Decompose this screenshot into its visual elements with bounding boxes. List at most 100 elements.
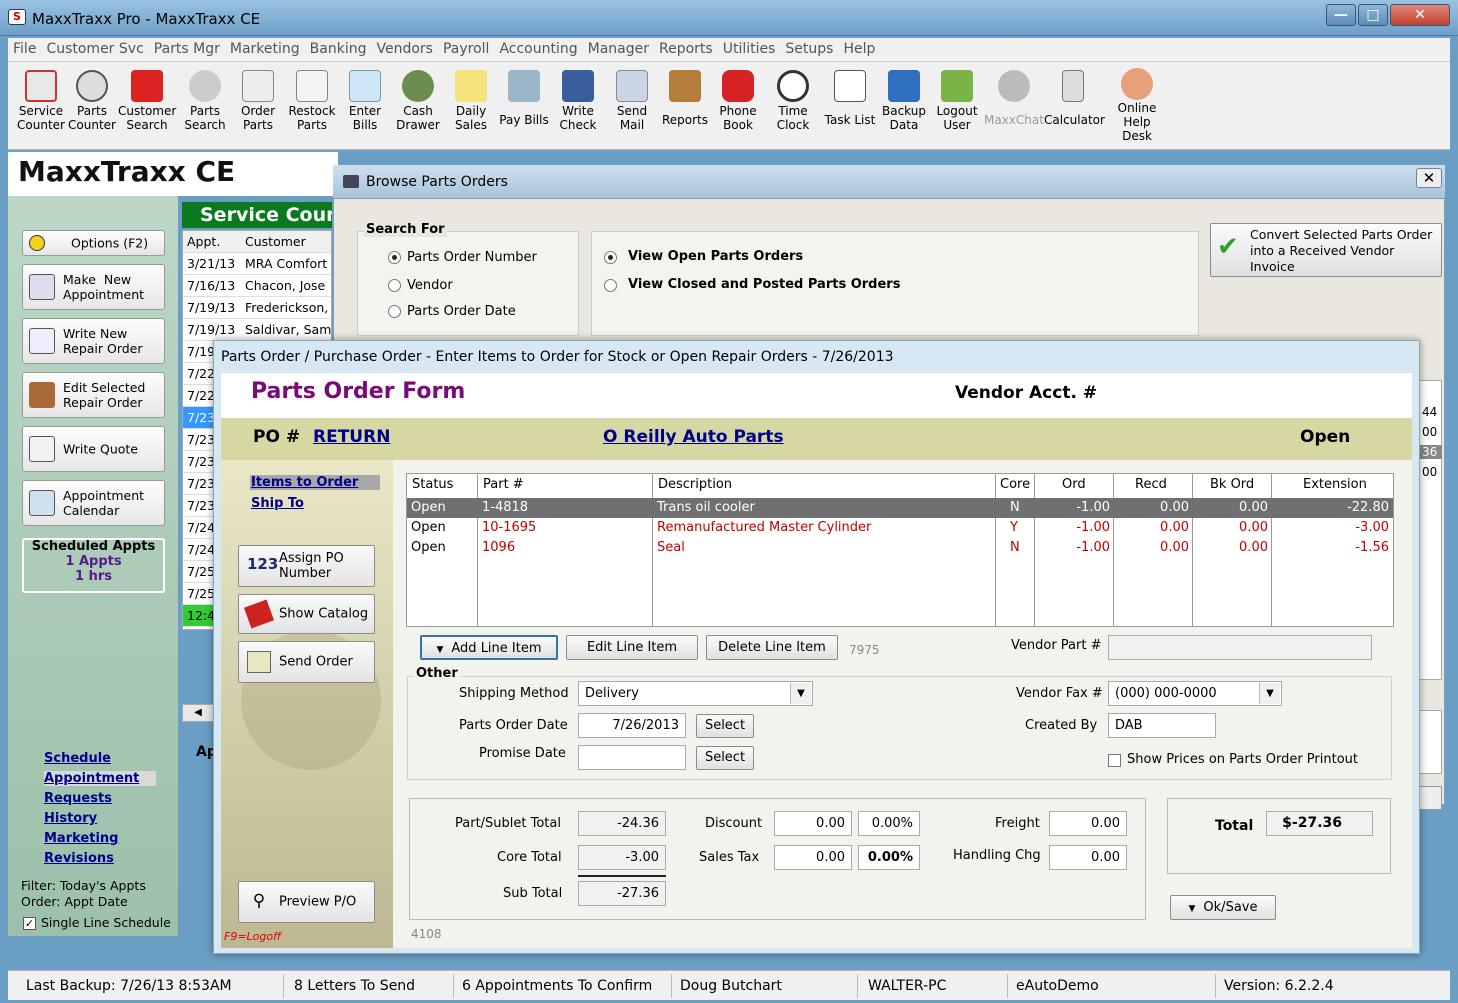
- tab-items-to-order[interactable]: Items to Order: [250, 475, 380, 490]
- core-cell: N: [1010, 500, 1020, 515]
- menu-payroll[interactable]: Payroll: [438, 38, 494, 60]
- menu-accounting[interactable]: Accounting: [494, 38, 582, 60]
- convert-to-invoice-button[interactable]: ✔ Convert Selected Parts Order into a Re…: [1210, 223, 1442, 277]
- status-appointments[interactable]: 6 Appointments To Confirm: [458, 974, 672, 998]
- single-line-checkbox[interactable]: ✓: [23, 917, 36, 930]
- edit-line-item-button[interactable]: Edit Line Item: [566, 635, 698, 660]
- menu-manager[interactable]: Manager: [583, 38, 654, 60]
- radio-vendor-label: Vendor: [407, 278, 453, 293]
- menu-parts-mgr[interactable]: Parts Mgr: [149, 38, 225, 60]
- time-clock-button[interactable]: Time Clock: [766, 66, 820, 146]
- order-parts-button[interactable]: Order Parts: [234, 66, 282, 146]
- browse-button-edge[interactable]: [1418, 786, 1442, 810]
- show-catalog-button[interactable]: Show Catalog: [238, 594, 375, 634]
- edit-repair-order-button[interactable]: Edit Selected Repair Order: [22, 372, 165, 418]
- customer-search-button[interactable]: Customer Search: [118, 66, 176, 146]
- parts-search-button[interactable]: Parts Search: [178, 66, 232, 146]
- select-order-date-button[interactable]: Select: [696, 714, 754, 738]
- promise-date-field[interactable]: [578, 745, 686, 770]
- vendor-part-field[interactable]: [1108, 635, 1372, 660]
- radio-view-open[interactable]: [604, 251, 617, 264]
- write-repair-order-button[interactable]: Write New Repair Order: [22, 318, 165, 364]
- backup-data-button[interactable]: Backup Data: [880, 66, 928, 146]
- tab-ship-to[interactable]: Ship To: [251, 496, 304, 511]
- notepad-icon: [242, 70, 274, 102]
- menu-vendors[interactable]: Vendors: [371, 38, 437, 60]
- nav-appointment[interactable]: Appointment: [44, 771, 156, 786]
- nav-revisions[interactable]: Revisions: [44, 851, 114, 866]
- select-promise-date-button[interactable]: Select: [696, 746, 754, 770]
- ok-save-button[interactable]: ▼ Ok/Save: [1170, 895, 1276, 920]
- appointment-calendar-button[interactable]: Appointment Calendar: [22, 480, 165, 526]
- radio-po-date[interactable]: [388, 305, 401, 318]
- assign-po-button[interactable]: 123 Assign PO Number: [238, 545, 375, 587]
- send-order-button[interactable]: Send Order: [238, 641, 375, 683]
- menu-customer-svc[interactable]: Customer Svc: [41, 38, 148, 60]
- table-row[interactable]: Open 10-1695 Remanufactured Master Cylinde…: [407, 518, 1393, 538]
- service-counter-button[interactable]: Service Counter: [12, 66, 70, 146]
- menu-reports[interactable]: Reports: [654, 38, 718, 60]
- logout-user-button[interactable]: Logout User: [932, 66, 982, 146]
- menu-utilities[interactable]: Utilities: [718, 38, 781, 60]
- table-row[interactable]: 7/19/13 Frederickson, E: [183, 297, 331, 319]
- created-by-field[interactable]: DAB: [1108, 713, 1216, 738]
- write-check-button[interactable]: Write Check: [554, 66, 602, 146]
- menu-setups[interactable]: Setups: [780, 38, 838, 60]
- sales-tax-field[interactable]: 0.00: [774, 845, 852, 870]
- maximize-button[interactable]: □: [1358, 4, 1388, 26]
- maxxchat-button[interactable]: MaxxChat: [984, 66, 1044, 146]
- make-appointment-button[interactable]: Make New Appointment: [22, 264, 165, 310]
- show-prices-checkbox[interactable]: [1108, 754, 1121, 767]
- add-line-item-button[interactable]: ▼ Add Line Item: [420, 635, 558, 660]
- close-button[interactable]: ✕: [1390, 4, 1450, 26]
- menu-banking[interactable]: Banking: [305, 38, 372, 60]
- phone-book-button[interactable]: Phone Book: [714, 66, 762, 146]
- online-help-desk-button[interactable]: Online Help Desk: [1108, 64, 1166, 144]
- sales-tax-percent-field[interactable]: 0.00%: [858, 845, 920, 870]
- nav-history[interactable]: History: [44, 811, 97, 826]
- vendor-fax-select[interactable]: (000) 000-0000 ▼: [1108, 681, 1282, 706]
- options-button[interactable]: Options (F2): [22, 230, 165, 256]
- table-row[interactable]: Open 1-4818 Trans oil cooler N -1.00 0.00 0.00…: [407, 498, 1393, 518]
- minimize-button[interactable]: —: [1326, 4, 1356, 26]
- menu-file[interactable]: File: [8, 38, 41, 60]
- discount-percent-field[interactable]: 0.00%: [858, 811, 920, 836]
- preview-po-button[interactable]: ⚲ Preview P/O: [238, 881, 375, 923]
- menu-marketing[interactable]: Marketing: [225, 38, 305, 60]
- delete-line-item-button[interactable]: Delete Line Item: [706, 635, 838, 660]
- radio-view-closed[interactable]: [604, 279, 617, 292]
- cash-drawer-button[interactable]: Cash Drawer: [390, 66, 446, 146]
- scroll-left-icon[interactable]: ◀: [182, 704, 214, 722]
- daily-sales-button[interactable]: Daily Sales: [448, 66, 494, 146]
- enter-bills-button[interactable]: Enter Bills: [342, 66, 388, 146]
- radio-po-number[interactable]: [388, 251, 401, 264]
- reports-button[interactable]: Reports: [660, 66, 710, 146]
- freight-field[interactable]: 0.00: [1049, 811, 1127, 836]
- radio-vendor[interactable]: [388, 279, 401, 292]
- nav-requests[interactable]: Requests: [44, 791, 112, 806]
- vendor-name-link[interactable]: O Reilly Auto Parts: [603, 427, 784, 447]
- parts-counter-button[interactable]: Parts Counter: [68, 66, 116, 146]
- shipping-method-select[interactable]: Delivery ▼: [578, 681, 813, 706]
- dropdown-arrow-icon: ▼: [1188, 904, 1196, 914]
- table-row[interactable]: 7/16/13 Chacon, Jose: [183, 275, 331, 297]
- calculator-button[interactable]: Calculator: [1044, 66, 1105, 146]
- pay-bills-button[interactable]: Pay Bills: [498, 66, 550, 146]
- parts-order-date-field[interactable]: 7/26/2013: [578, 713, 686, 738]
- menu-help[interactable]: Help: [838, 38, 880, 60]
- discount-field[interactable]: 0.00: [774, 811, 852, 836]
- handling-field[interactable]: 0.00: [1049, 845, 1127, 870]
- browse-close-button[interactable]: ✕: [1416, 168, 1442, 188]
- send-mail-button[interactable]: Send Mail: [608, 66, 656, 146]
- status-letters[interactable]: 8 Letters To Send: [290, 974, 454, 998]
- status-cell: Open: [411, 500, 446, 515]
- restock-parts-button[interactable]: Restock Parts: [284, 66, 340, 146]
- po-number-link[interactable]: RETURN: [313, 427, 390, 447]
- write-quote-button[interactable]: Write Quote: [22, 426, 165, 472]
- nav-schedule[interactable]: Schedule: [44, 751, 111, 766]
- table-row[interactable]: Open 1096 Seal N -1.00 0.00 0.00 -1.56: [407, 538, 1393, 558]
- table-row[interactable]: 7/19/13 Saldivar, Sam: [183, 319, 331, 341]
- table-row[interactable]: 3/21/13 MRA Comfort S: [183, 253, 331, 275]
- task-list-button[interactable]: Task List: [822, 66, 878, 146]
- nav-marketing[interactable]: Marketing: [44, 831, 118, 846]
